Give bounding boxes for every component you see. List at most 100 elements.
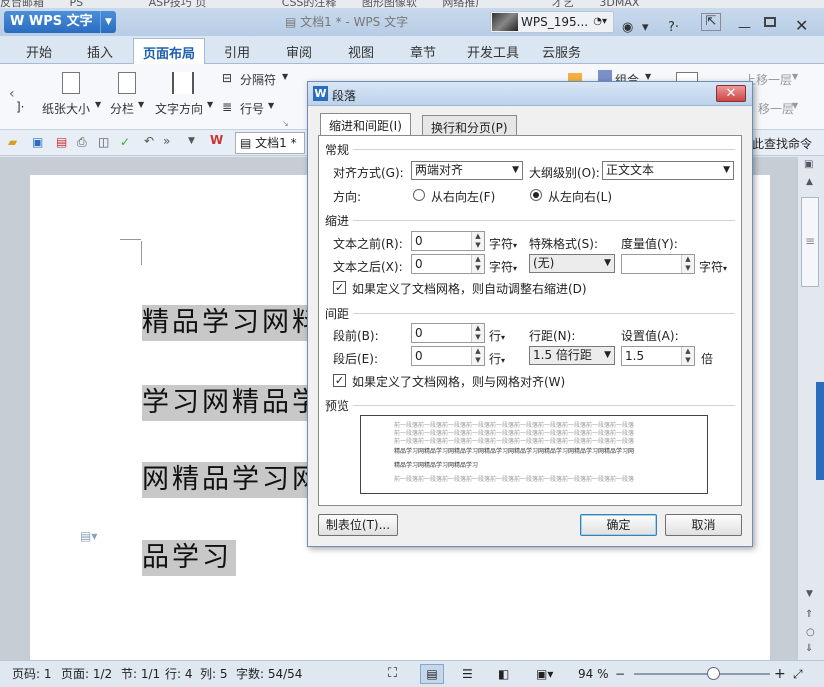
spin-arrows-icon[interactable]: ▲ ▼ xyxy=(681,347,694,365)
text-direction-button[interactable]: 文字方向 xyxy=(155,100,203,117)
tab-references[interactable]: 引用 xyxy=(224,42,250,61)
reading-mode-icon[interactable]: ▣▾ xyxy=(536,661,553,687)
side-panel-toggle[interactable] xyxy=(816,382,824,480)
close-icon[interactable]: ✕ xyxy=(716,85,746,102)
rtl-radio[interactable] xyxy=(413,189,425,201)
shirt-icon[interactable]: ▾ xyxy=(642,20,649,35)
outline-view-icon[interactable]: ☰ xyxy=(462,661,473,687)
before-text-input[interactable]: 0 ▲ ▼ xyxy=(411,231,485,251)
zoom-level[interactable]: 94 % xyxy=(578,661,609,687)
tab-line-page-breaks[interactable]: 换行和分页(P) xyxy=(422,115,517,136)
grid-indent-checkbox[interactable]: ✓ xyxy=(333,281,346,294)
user-account[interactable]: WPS_195... ◔▾ xyxy=(490,11,614,33)
undo-icon[interactable]: ↶ xyxy=(144,134,154,148)
restore-ribbon-icon[interactable]: ⇱ xyxy=(701,13,721,31)
separator-button[interactable]: 分隔符 xyxy=(240,71,276,88)
scroll-top-icon[interactable]: ▣ xyxy=(804,159,813,170)
fit-page-icon[interactable]: ⤢ xyxy=(793,661,803,687)
next-page-icon[interactable]: ⇓ xyxy=(805,643,813,654)
unit-dropdown[interactable]: 字符▾ xyxy=(489,258,517,275)
before-para-input[interactable]: 0 ▲ ▼ xyxy=(411,323,485,343)
tab-page-layout[interactable]: 页面布局 xyxy=(133,38,206,64)
scroll-up-icon[interactable]: ▲ xyxy=(806,177,813,187)
print-icon[interactable]: ⎙ xyxy=(77,135,87,150)
after-para-input[interactable]: 0 ▲ ▼ xyxy=(411,346,485,366)
tab-chapter[interactable]: 章节 xyxy=(410,42,436,61)
measure-input[interactable]: ▲ ▼ xyxy=(621,254,695,274)
bookmark-item[interactable]: 3DMAX xyxy=(599,0,639,8)
save-icon[interactable]: ▣ xyxy=(32,135,43,149)
bookmark-item[interactable]: 才艺 xyxy=(552,0,574,8)
spin-arrows-icon[interactable]: ▲ ▼ xyxy=(471,324,484,342)
document-text-line[interactable]: 网精品学习网 xyxy=(142,462,326,498)
dialog-launcher-icon[interactable]: ↘ xyxy=(282,119,289,128)
zoom-in-icon[interactable]: + xyxy=(774,661,786,687)
print-preview-icon[interactable]: ◫ xyxy=(98,135,109,149)
help-icon[interactable]: ?· xyxy=(668,20,679,35)
paper-size-button[interactable]: 纸张大小 xyxy=(42,100,90,117)
spin-arrows-icon[interactable]: ▲ ▼ xyxy=(471,255,484,273)
dialog-title-bar[interactable]: W 段落 ✕ xyxy=(308,82,752,106)
bookmark-item[interactable]: 反台邮箱 xyxy=(0,0,44,8)
status-page-code[interactable]: 页码: 1 xyxy=(12,661,52,687)
outline-level-select[interactable]: 正文文本 ▼ xyxy=(602,161,734,180)
web-view-icon[interactable]: ◧ xyxy=(498,661,509,687)
zoom-out-icon[interactable]: − xyxy=(615,661,625,687)
scroll-down-icon[interactable]: ▼ xyxy=(806,589,813,599)
spellcheck-icon[interactable]: ✓ xyxy=(120,135,130,149)
tab-insert[interactable]: 插入 xyxy=(87,42,113,61)
tab-indent-spacing[interactable]: 缩进和间距(I) xyxy=(320,113,411,137)
scroll-thumb[interactable]: ≡ xyxy=(801,197,819,287)
bookmark-item[interactable]: 图形图像软 xyxy=(362,0,417,8)
app-menu-button[interactable]: W WPS 文字 ▼ xyxy=(4,11,116,33)
alignment-select[interactable]: 两端对齐 ▼ xyxy=(411,161,523,180)
tab-view[interactable]: 视图 xyxy=(348,42,374,61)
tab-stops-button[interactable]: 制表位(T)... xyxy=(318,514,398,536)
bookmark-item[interactable]: ASP技巧 页 xyxy=(149,0,207,8)
find-command-box[interactable]: 此查找命令 xyxy=(752,135,812,152)
zoom-slider-thumb[interactable] xyxy=(706,667,720,680)
columns-button[interactable]: 分栏 xyxy=(110,100,134,117)
vertical-scrollbar[interactable]: ▣ ▲ ≡ ▼ ⇑ ○ ⇓ xyxy=(797,157,824,660)
line-spacing-select[interactable]: 1.5 倍行距 ▼ xyxy=(529,346,615,365)
unit-dropdown[interactable]: 字符▾ xyxy=(489,235,517,252)
maximize-icon[interactable] xyxy=(764,17,776,27)
tab-cloud[interactable]: 云服务 xyxy=(542,42,581,61)
tab-developer[interactable]: 开发工具 xyxy=(467,42,519,61)
tab-review[interactable]: 审阅 xyxy=(286,42,312,61)
fullscreen-icon[interactable]: ⛶ xyxy=(388,661,397,687)
select-browse-icon[interactable]: ○ xyxy=(806,627,815,638)
ok-button[interactable]: 确定 xyxy=(580,514,657,536)
bookmark-item[interactable]: CSS的注释 xyxy=(282,0,337,8)
bookmark-item[interactable]: PS xyxy=(70,0,84,8)
document-text-line[interactable]: 品学习 xyxy=(142,540,236,576)
unit-dropdown[interactable]: 行▾ xyxy=(489,327,505,344)
spin-arrows-icon[interactable]: ▲ ▼ xyxy=(471,232,484,250)
unit-dropdown[interactable]: 行▾ xyxy=(489,350,505,367)
chevron-down-icon[interactable]: ▼ xyxy=(188,136,195,146)
set-value-input[interactable]: 1.5 ▲ ▼ xyxy=(621,346,695,366)
close-icon[interactable]: ✕ xyxy=(795,16,808,35)
page-view-icon[interactable]: ▤ xyxy=(420,664,444,684)
line-number-button[interactable]: 行号 xyxy=(240,100,264,117)
spin-arrows-icon[interactable]: ▲ ▼ xyxy=(471,347,484,365)
unit-dropdown[interactable]: 字符▾ xyxy=(699,258,727,275)
minimize-icon[interactable]: — xyxy=(738,20,751,35)
open-icon[interactable]: ▰ xyxy=(8,135,17,149)
export-pdf-icon[interactable]: ▤ xyxy=(56,135,67,149)
skin-icon[interactable]: ◉ xyxy=(622,20,633,35)
tab-home[interactable]: 开始 xyxy=(26,42,52,61)
special-format-select[interactable]: (无) ▼ xyxy=(529,254,615,273)
status-words[interactable]: 字数: 54/54 xyxy=(236,661,302,687)
cancel-button[interactable]: 取消 xyxy=(665,514,742,536)
zoom-slider[interactable] xyxy=(634,667,770,680)
prev-page-icon[interactable]: ⇑ xyxy=(805,609,813,620)
document-text-line[interactable]: 学习网精品学 xyxy=(142,385,326,421)
more-icon[interactable]: » xyxy=(163,134,170,148)
tab-document[interactable]: ▤ 文档1 * xyxy=(235,132,305,154)
ribbon-cut-item[interactable]: ]· xyxy=(16,100,25,114)
after-text-input[interactable]: 0 ▲ ▼ xyxy=(411,254,485,274)
grid-align-checkbox[interactable]: ✓ xyxy=(333,374,346,387)
spin-arrows-icon[interactable]: ▲ ▼ xyxy=(681,255,694,273)
bookmark-item[interactable]: 网络推广 xyxy=(442,0,486,8)
